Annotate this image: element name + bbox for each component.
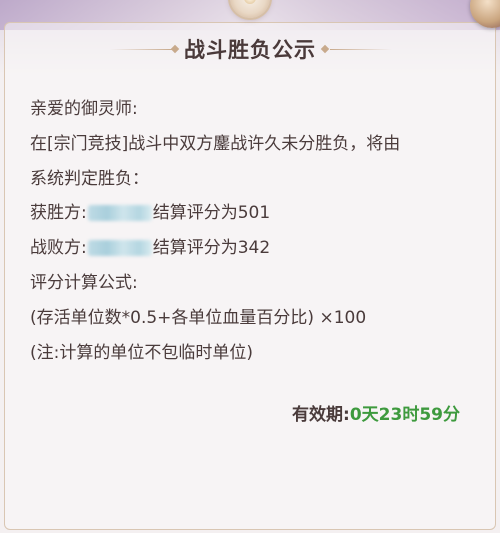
winner-name-redacted bbox=[87, 205, 152, 222]
validity-value: 0天23时59分 bbox=[349, 405, 460, 425]
winner-row: 获胜方: 结算评分为501 bbox=[30, 200, 470, 227]
description-line-2: 系统判定胜负： bbox=[30, 168, 149, 189]
loser-score-text: 结算评分为342 bbox=[152, 238, 271, 259]
greeting-text: 亲爱的御灵师: bbox=[30, 99, 138, 119]
announcement-body: 亲爱的御灵师: 在[宗门竞技]战斗中双方鏖战许久未分胜负，将由 系统判定胜负： … bbox=[30, 96, 470, 374]
formula-label: 评分计算公式: bbox=[30, 272, 138, 293]
validity-period: 有效期:0天23时59分 bbox=[292, 400, 460, 425]
title-divider-right bbox=[330, 49, 392, 50]
formula-text: (存活单位数*0.5+各单位血量百分比) ×100 bbox=[30, 307, 367, 328]
loser-name-redacted bbox=[87, 240, 152, 257]
validity-label: 有效期: bbox=[292, 405, 350, 425]
winner-score-text: 结算评分为501 bbox=[152, 203, 271, 224]
title-row: 战斗胜负公示 bbox=[0, 28, 500, 72]
winner-label: 获胜方: bbox=[30, 203, 87, 224]
loser-row: 战败方: 结算评分为342 bbox=[30, 235, 470, 262]
description-line-1: 在[宗门竞技]战斗中双方鏖战许久未分胜负，将由 bbox=[30, 133, 401, 154]
loser-label: 战败方: bbox=[30, 238, 87, 259]
page-title: 战斗胜负公示 bbox=[184, 38, 316, 62]
note-text: (注:计算的单位不包临时单位) bbox=[30, 342, 253, 363]
